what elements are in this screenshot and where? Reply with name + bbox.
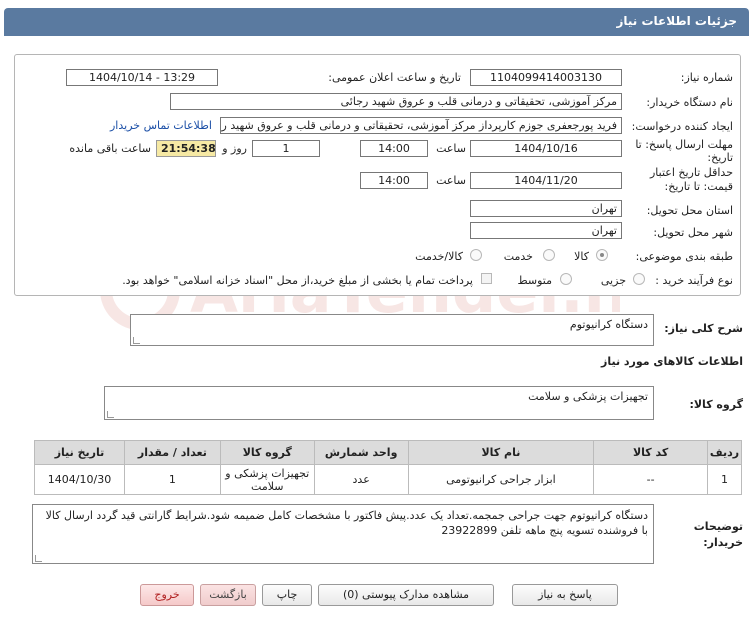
remaining-time-field: 21:54:38 [156,140,216,157]
announce-datetime-field: 1404/10/14 - 13:29 [66,69,218,86]
category-radio-goods-service[interactable] [470,249,482,261]
buyer-notes-label: توضیحات [693,520,743,533]
buyer-contact-link[interactable]: اطلاعات تماس خریدار [110,119,212,132]
days-label: روز و [222,142,247,155]
column-header-row-number: ردیف [707,440,742,465]
buyer-notes-label-2: خریدار: [703,536,743,549]
process-option-minor: جزیی [600,274,626,287]
treasury-payment-checkbox[interactable] [481,273,492,284]
view-attachments-button[interactable]: مشاهده مدارک پیوستی (0) [318,584,494,606]
city-label: شهر محل تحویل: [653,226,733,239]
deadline-time-label: ساعت [436,142,466,155]
remaining-days-field: 1 [252,140,320,157]
deadline-time-field: 14:00 [360,140,428,157]
category-label: طبقه بندی موضوعی: [635,250,733,263]
goods-table: ردیف کد کالا نام کالا واحد شمارش گروه کا… [34,440,742,495]
city-field: تهران [470,222,622,239]
category-radio-goods[interactable] [596,249,608,261]
validity-label: حداقل تاریخ اعتبار [649,166,733,179]
process-option-medium: متوسط [517,274,552,287]
deadline-label-date: تاریخ: [707,151,733,164]
table-row: 1 -- ابزار جراحی کرانیوتومی عدد تجهیزات … [34,464,742,495]
process-radio-medium[interactable] [560,273,572,285]
resize-grip-icon[interactable] [133,337,140,344]
buyer-org-field: مرکز آموزشی، تحقیقاتی و درمانی قلب و عرو… [170,93,622,110]
page-header: جزئیات اطلاعات نیاز [0,0,755,40]
goods-info-title: اطلاعات کالاهای مورد نیاز [601,355,743,368]
cell-name: ابزار جراحی کرانیوتومی [407,464,595,495]
goods-group-label: گروه کالا: [689,398,743,411]
deadline-date-field: 1404/10/16 [470,140,622,157]
category-radio-service[interactable] [543,249,555,261]
header-bar: جزئیات اطلاعات نیاز [4,8,749,36]
goods-group-text: تجهیزات پزشکی و سلامت [528,390,648,403]
need-number-field: 1104099414003130 [470,69,622,86]
summary-field: دستگاه کرانیوتوم [130,314,654,346]
column-header-quantity: تعداد / مقدار [124,440,221,465]
back-button[interactable]: بازگشت [200,584,256,606]
column-header-date: تاریخ نیاز [34,440,125,465]
column-header-code: کد کالا [593,440,709,465]
province-label: استان محل تحویل: [646,204,733,217]
cell-row-number: 1 [707,464,742,495]
category-option-goods-service: کالا/خدمت [415,250,463,263]
cell-code: -- [593,464,709,495]
announce-datetime-label: تاریخ و ساعت اعلان عمومی: [328,71,461,84]
resize-grip-icon[interactable] [107,411,114,418]
category-option-service: خدمت [503,250,533,263]
deadline-label: مهلت ارسال پاسخ: تا [635,138,733,151]
reply-button[interactable]: پاسخ به نیاز [512,584,618,606]
cell-unit: عدد [313,464,409,495]
print-button[interactable]: چاپ [262,584,312,606]
page-title: جزئیات اطلاعات نیاز [616,14,737,28]
process-radio-minor[interactable] [633,273,645,285]
cell-group: تجهیزات پزشکی و سلامت [219,464,315,495]
province-field: تهران [470,200,622,217]
goods-group-field: تجهیزات پزشکی و سلامت [104,386,654,420]
treasury-payment-note: پرداخت تمام یا بخشی از مبلغ خرید،از محل … [122,274,473,287]
resize-grip-icon[interactable] [35,555,42,562]
category-option-goods: کالا [574,250,589,263]
exit-button[interactable]: خروج [140,584,194,606]
buyer-notes-text: دستگاه کرانیوتوم جهت جراحی جمجمه.تعداد ی… [45,509,648,537]
table-header-row: ردیف کد کالا نام کالا واحد شمارش گروه کا… [34,440,742,465]
buyer-notes-field: دستگاه کرانیوتوم جهت جراحی جمجمه.تعداد ی… [32,504,654,564]
summary-text: دستگاه کرانیوتوم [569,318,648,331]
summary-label: شرح کلی نیاز: [664,322,743,335]
validity-time-field: 14:00 [360,172,428,189]
process-label: نوع فرآیند خرید : [655,274,733,287]
validity-label-date: قیمت: تا تاریخ: [664,180,733,193]
column-header-unit: واحد شمارش [313,440,409,465]
cell-date: 1404/10/30 [34,464,125,495]
validity-date-field: 1404/11/20 [470,172,622,189]
need-number-label: شماره نیاز: [680,71,733,84]
requester-label: ایجاد کننده درخواست: [631,120,733,133]
column-header-group: گروه کالا [219,440,315,465]
validity-time-label: ساعت [436,174,466,187]
requester-field: فرید پورجعفری جوزم کارپرداز مرکز آموزشی،… [220,117,622,134]
cell-quantity: 1 [124,464,221,495]
remaining-time-label: ساعت باقی مانده [69,142,151,155]
buyer-org-label: نام دستگاه خریدار: [646,96,733,109]
column-header-name: نام کالا [407,440,595,465]
